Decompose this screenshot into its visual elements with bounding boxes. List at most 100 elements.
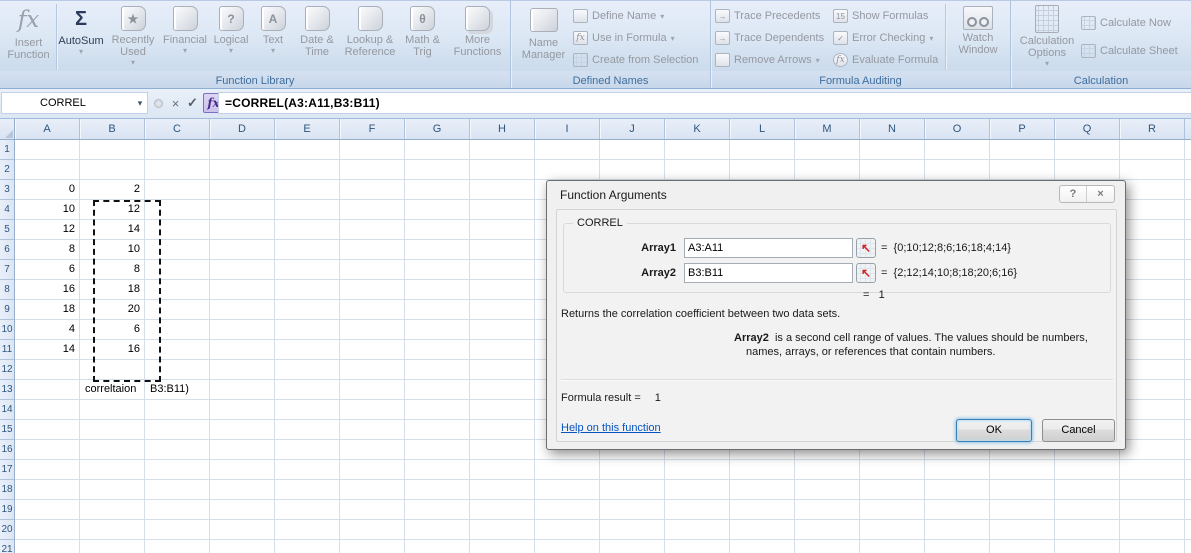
cell-B3[interactable]: 2	[80, 180, 144, 199]
column-header[interactable]: A	[15, 119, 80, 139]
date-time-label: Date & Time	[293, 34, 341, 58]
name-manager-button[interactable]: Name Manager	[517, 2, 570, 70]
column-header[interactable]: J	[600, 119, 665, 139]
trace-precedents-button[interactable]: → Trace Precedents	[715, 6, 820, 26]
row-header[interactable]: 2	[0, 160, 14, 180]
row-header[interactable]: 8	[0, 280, 14, 300]
column-header[interactable]: M	[795, 119, 860, 139]
help-on-function-link[interactable]: Help on this function	[561, 422, 661, 434]
column-header[interactable]: C	[145, 119, 210, 139]
row-header[interactable]: 17	[0, 460, 14, 480]
define-name-button[interactable]: Define Name ▾	[573, 6, 664, 26]
row-header[interactable]: 19	[0, 500, 14, 520]
enter-entry-button[interactable]: ✓	[184, 93, 201, 113]
calculate-sheet-button[interactable]: Calculate Sheet	[1081, 41, 1178, 61]
column-header[interactable]: L	[730, 119, 795, 139]
show-formulas-button[interactable]: 15 Show Formulas	[833, 6, 928, 26]
cell-A7[interactable]: 6	[15, 260, 79, 279]
ok-button[interactable]: OK	[956, 419, 1032, 442]
array2-label: Array2	[621, 263, 676, 283]
row-header[interactable]: 7	[0, 260, 14, 280]
cell-A4[interactable]: 10	[15, 200, 79, 219]
row-header[interactable]: 6	[0, 240, 14, 260]
row-headers: 123456789101112131415161718192021	[0, 140, 15, 553]
column-header[interactable]: Q	[1055, 119, 1120, 139]
insert-function-button[interactable]: fx Insert Function	[2, 2, 55, 70]
cell-B13[interactable]: correltaion	[80, 380, 144, 399]
column-header[interactable]: F	[340, 119, 405, 139]
row-header[interactable]: 16	[0, 440, 14, 460]
date-time-button[interactable]: Date & Time	[293, 2, 341, 70]
math-trig-button[interactable]: θ Math & Trig	[399, 2, 446, 70]
calculate-sheet-label: Calculate Sheet	[1100, 45, 1178, 57]
use-in-formula-button[interactable]: fx Use in Formula ▾	[573, 28, 675, 48]
column-header[interactable]: N	[860, 119, 925, 139]
cell-A5[interactable]: 12	[15, 220, 79, 239]
column-header[interactable]: E	[275, 119, 340, 139]
cell-A10[interactable]: 4	[15, 320, 79, 339]
evaluate-formula-button[interactable]: fx Evaluate Formula	[833, 50, 938, 70]
calculate-now-button[interactable]: Calculate Now	[1081, 13, 1171, 33]
name-box[interactable]: CORREL	[1, 92, 148, 114]
autosum-button[interactable]: Σ AutoSum ▾	[58, 2, 104, 70]
trace-dependents-button[interactable]: → Trace Dependents	[715, 28, 824, 48]
row-header[interactable]: 1	[0, 140, 14, 160]
row-header[interactable]: 21	[0, 540, 14, 553]
cell-C13[interactable]: B3:B11)	[145, 380, 209, 399]
row-header[interactable]: 10	[0, 320, 14, 340]
remove-arrows-button[interactable]: Remove Arrows ▾	[715, 50, 820, 70]
text-label: Text	[254, 34, 292, 46]
logical-button[interactable]: ? Logical ▾	[209, 2, 253, 70]
formula-bar-options-button[interactable]	[150, 93, 167, 113]
ribbon-group-function-library: fx Insert Function Σ AutoSum ▾ ★ Recentl…	[0, 1, 511, 88]
cell-A8[interactable]: 16	[15, 280, 79, 299]
use-in-formula-icon: fx	[573, 31, 588, 45]
create-from-selection-button[interactable]: Create from Selection	[573, 50, 698, 70]
text-button[interactable]: A Text ▾	[254, 2, 292, 70]
column-header[interactable]: D	[210, 119, 275, 139]
column-header[interactable]: P	[990, 119, 1055, 139]
row-header[interactable]: 9	[0, 300, 14, 320]
array2-input[interactable]	[684, 263, 853, 283]
column-header[interactable]: K	[665, 119, 730, 139]
column-header[interactable]: O	[925, 119, 990, 139]
cancel-entry-button[interactable]: ×	[167, 93, 184, 113]
dialog-help-button[interactable]: ?	[1060, 186, 1087, 202]
dialog-title: Function Arguments	[560, 188, 667, 202]
watch-window-button[interactable]: Watch Window	[948, 2, 1008, 70]
column-header[interactable]: R	[1120, 119, 1185, 139]
row-header[interactable]: 13	[0, 380, 14, 400]
column-header[interactable]: B	[80, 119, 145, 139]
row-header[interactable]: 20	[0, 520, 14, 540]
column-header[interactable]: I	[535, 119, 600, 139]
row-header[interactable]: 4	[0, 200, 14, 220]
column-header[interactable]: G	[405, 119, 470, 139]
cell-A11[interactable]: 14	[15, 340, 79, 359]
row-header[interactable]: 15	[0, 420, 14, 440]
lookup-reference-button[interactable]: Lookup & Reference	[342, 2, 398, 70]
cell-A6[interactable]: 8	[15, 240, 79, 259]
financial-button[interactable]: Financial ▾	[162, 2, 208, 70]
row-header[interactable]: 11	[0, 340, 14, 360]
name-box-dropdown-icon[interactable]: ▾	[133, 92, 147, 114]
remove-arrows-label: Remove Arrows	[734, 54, 812, 66]
formula-input[interactable]: =CORREL(A3:A11,B3:B11)	[218, 92, 1191, 114]
recently-used-button[interactable]: ★ Recently Used ▾	[105, 2, 161, 70]
row-header[interactable]: 5	[0, 220, 14, 240]
more-functions-button[interactable]: More Functions	[447, 2, 508, 70]
array1-input[interactable]	[684, 238, 853, 258]
array2-range-picker-icon[interactable]: ↖	[856, 263, 876, 283]
row-header[interactable]: 12	[0, 360, 14, 380]
row-header[interactable]: 18	[0, 480, 14, 500]
calculation-options-button[interactable]: Calculation Options ▾	[1016, 2, 1078, 70]
error-checking-button[interactable]: ✓ Error Checking ▾	[833, 28, 933, 48]
cancel-button[interactable]: Cancel	[1042, 419, 1115, 442]
dialog-close-icon[interactable]: ×	[1087, 186, 1114, 202]
column-header[interactable]: H	[470, 119, 535, 139]
row-header[interactable]: 3	[0, 180, 14, 200]
array1-range-picker-icon[interactable]: ↖	[856, 238, 876, 258]
cell-A3[interactable]: 0	[15, 180, 79, 199]
select-all-corner[interactable]	[0, 119, 15, 140]
row-header[interactable]: 14	[0, 400, 14, 420]
cell-A9[interactable]: 18	[15, 300, 79, 319]
